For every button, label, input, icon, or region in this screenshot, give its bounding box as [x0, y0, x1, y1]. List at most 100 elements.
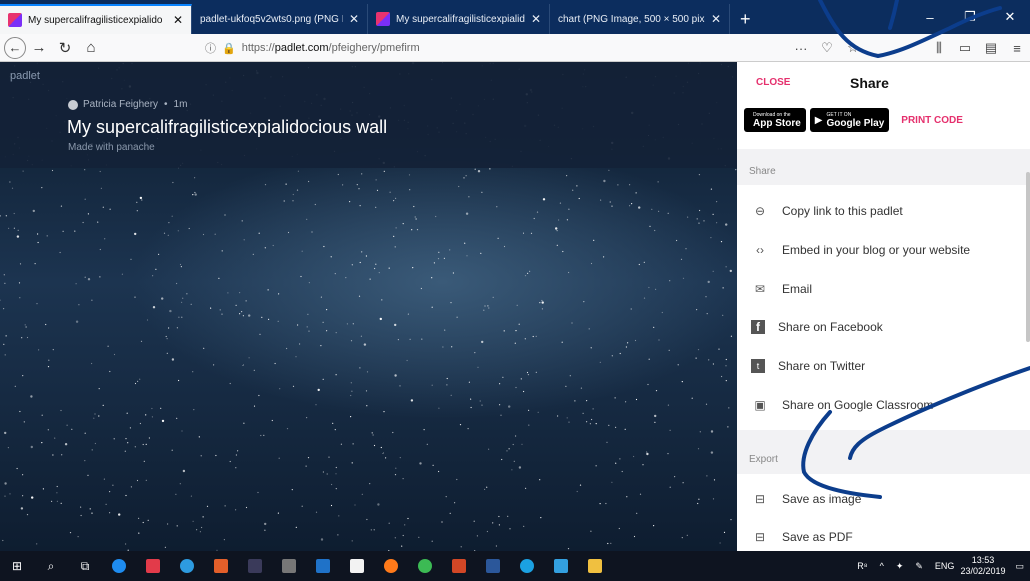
share-section-label: Share [749, 166, 776, 177]
store-icon[interactable] [340, 551, 374, 581]
reload-button[interactable]: ↻ [52, 36, 78, 60]
chrome-icon[interactable] [408, 551, 442, 581]
save-pdf-item[interactable]: ⊟ Save as PDF [737, 518, 1030, 551]
cortana-app-icon[interactable] [170, 551, 204, 581]
tab-padlet-wall[interactable]: My supercalifragilisticexpialido ✕ [0, 4, 192, 34]
twitter-icon: t [751, 359, 765, 373]
app-icon[interactable] [306, 551, 340, 581]
mail-app-icon[interactable] [136, 551, 170, 581]
close-window-icon[interactable]: ✕ [990, 9, 1030, 25]
people-icon[interactable]: R⁸ [857, 561, 867, 571]
embed-label: Embed in your blog or your website [782, 243, 971, 257]
app-store-button[interactable]: Download on the App Store [744, 108, 806, 132]
word-icon[interactable] [476, 551, 510, 581]
system-tray: R⁸ ^ ✦ ✎ ENG 13:53 23/02/2019 ▭ [851, 551, 1030, 581]
close-tab-icon[interactable]: ✕ [173, 13, 183, 27]
close-button[interactable]: CLOSE [756, 77, 790, 88]
facebook-icon: f [751, 320, 765, 334]
clock[interactable]: 13:53 23/02/2019 [960, 555, 1005, 577]
firefox-icon[interactable] [374, 551, 408, 581]
twitter-item[interactable]: t Share on Twitter [737, 347, 1030, 385]
google-classroom-item[interactable]: ▣ Share on Google Classroom [737, 386, 1030, 424]
flag-app-icon[interactable] [204, 551, 238, 581]
close-tab-icon[interactable]: ✕ [711, 12, 721, 26]
twitter-label: Share on Twitter [778, 359, 866, 373]
bookmark-star-icon[interactable]: ☆ [840, 40, 866, 56]
notifications-icon[interactable]: ▭ [1015, 561, 1024, 572]
share-panel: CLOSE Share Download on the App Store ▶ G… [737, 62, 1030, 551]
wall-title: My supercalifragilisticexpialidocious wa… [67, 117, 388, 137]
windows-start-icon[interactable]: ⊞ [0, 551, 34, 581]
classroom-label: Share on Google Classroom [782, 398, 934, 412]
post-time: 1m [173, 99, 188, 110]
clock-time: 13:53 [971, 555, 995, 565]
export-section-label: Export [749, 454, 778, 465]
chevron-up-icon[interactable]: ^ [880, 561, 884, 571]
print-code-button[interactable]: PRINT CODE [901, 115, 963, 126]
reader-icon[interactable]: ▤ [978, 40, 1004, 56]
tab-title: My supercalifragilisticexpialido [28, 14, 163, 26]
forward-button[interactable]: → [26, 36, 52, 60]
language-indicator[interactable]: ENG [935, 561, 955, 571]
google-play-label: Google Play [826, 117, 885, 129]
info-icon[interactable]: ⓘ [205, 40, 216, 56]
google-play-button[interactable]: ▶ GET IT ON Google Play [809, 108, 890, 132]
share-title: Share [850, 75, 889, 91]
task-view-icon[interactable]: ⧉ [68, 551, 102, 581]
share-section-divider [737, 149, 1030, 185]
tab-chart-png[interactable]: chart (PNG Image, 500 × 500 pixels ✕ [550, 4, 730, 34]
save-image-item[interactable]: ⊟ Save as image [737, 480, 1030, 518]
author-line: Patricia Feighery • 1m [68, 99, 187, 110]
author-name: Patricia Feighery [83, 99, 159, 110]
link-icon: ⊖ [754, 204, 766, 218]
address-bar[interactable]: ⓘ 🔒 https://padlet.com/pfeighery/pmefirm [205, 37, 785, 59]
export-section-divider [737, 430, 1030, 474]
navigation-bar: ← → ↻ ⌂ ⓘ 🔒 https://padlet.com/pfeighery… [0, 34, 1030, 62]
email-item[interactable]: ✉ Email [737, 270, 1030, 308]
copy-link-item[interactable]: ⊖ Copy link to this padlet [737, 192, 1030, 230]
back-button[interactable]: ← [4, 36, 26, 59]
home-button[interactable]: ⌂ [78, 36, 104, 60]
tab-title: padlet-ukfoq5v2wts0.png (PNG Ima [200, 13, 343, 25]
photos-icon[interactable] [544, 551, 578, 581]
tab-title: chart (PNG Image, 500 × 500 pixels [558, 13, 705, 25]
mail-icon: ✉ [754, 282, 766, 296]
minimize-icon[interactable]: – [910, 10, 950, 25]
app-store-links: Download on the App Store ▶ GET IT ON Goog… [744, 108, 963, 132]
page-actions-icon[interactable]: ··· [788, 41, 814, 56]
pocket-icon[interactable]: ♡ [814, 40, 840, 56]
close-tab-icon[interactable]: ✕ [531, 12, 541, 26]
edge-icon[interactable] [102, 551, 136, 581]
url-host: padlet.com [274, 42, 329, 54]
save-icon: ⊟ [754, 492, 766, 506]
dropbox-icon[interactable]: ✦ [896, 561, 904, 572]
restore-icon[interactable]: ❐ [950, 9, 990, 25]
menu-icon[interactable]: ≡ [1004, 41, 1030, 56]
scrollbar[interactable] [1026, 172, 1030, 342]
ie-icon[interactable] [510, 551, 544, 581]
calculator-icon[interactable] [272, 551, 306, 581]
powerpoint-icon[interactable] [442, 551, 476, 581]
tab-title: My supercalifragilisticexpialido [396, 13, 525, 25]
pen-icon[interactable]: ✎ [915, 561, 923, 572]
journal-app-icon[interactable] [238, 551, 272, 581]
padlet-logo[interactable]: padlet [10, 70, 40, 82]
separator-dot: • [164, 99, 168, 110]
folder-icon[interactable] [578, 551, 612, 581]
library-icon[interactable]: ⫼ [926, 40, 952, 56]
share-header: CLOSE Share [737, 62, 1030, 104]
facebook-item[interactable]: f Share on Facebook [737, 308, 1030, 346]
save-pdf-label: Save as PDF [782, 530, 853, 544]
embed-item[interactable]: ‹› Embed in your blog or your website [737, 231, 1030, 269]
sidebar-icon[interactable]: ▭ [952, 40, 978, 56]
page-content: padlet Patricia Feighery • 1m My superca… [0, 62, 1030, 551]
close-tab-icon[interactable]: ✕ [349, 12, 359, 26]
new-tab-button[interactable]: + [730, 4, 761, 34]
padlet-icon [8, 13, 22, 27]
play-icon: ▶ [814, 114, 823, 126]
search-icon[interactable]: ⌕ [34, 551, 68, 581]
email-label: Email [782, 282, 813, 296]
code-icon: ‹› [756, 243, 764, 257]
tab-padlet-wall-2[interactable]: My supercalifragilisticexpialido ✕ [368, 4, 550, 34]
tab-padlet-png[interactable]: padlet-ukfoq5v2wts0.png (PNG Ima ✕ [192, 4, 368, 34]
